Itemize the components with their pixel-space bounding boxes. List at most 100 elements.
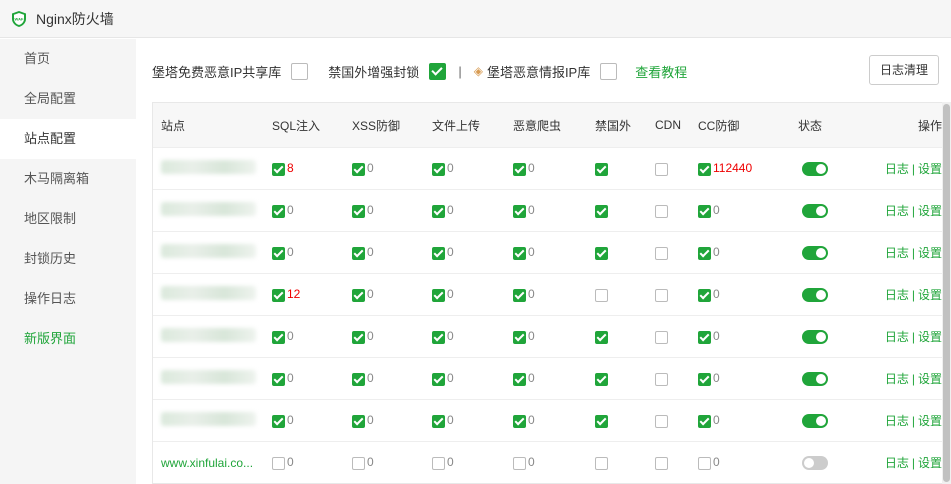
sql-checkbox[interactable] — [272, 204, 285, 218]
log-link[interactable]: 日志 — [885, 372, 909, 386]
status-toggle[interactable] — [802, 245, 828, 260]
log-link[interactable]: 日志 — [885, 456, 909, 470]
bot-checkbox[interactable] — [513, 414, 526, 428]
upload-checkbox[interactable] — [432, 246, 445, 260]
upload-checkbox[interactable] — [432, 372, 445, 386]
cdn-checkbox[interactable] — [655, 204, 668, 218]
settings-link[interactable]: 设置 — [918, 456, 942, 470]
share-ip-checkbox[interactable] — [291, 62, 309, 80]
settings-link[interactable]: 设置 — [918, 288, 942, 302]
xss-checkbox[interactable] — [352, 204, 365, 218]
xss-checkbox[interactable] — [352, 162, 365, 176]
bot-checkbox[interactable] — [513, 204, 526, 218]
site-name-link[interactable]: www.xinfulai.co... — [161, 456, 253, 470]
cdn-checkbox[interactable] — [655, 372, 668, 386]
cdn-checkbox[interactable] — [655, 246, 668, 260]
log-link[interactable]: 日志 — [885, 414, 909, 428]
cn-checkbox[interactable] — [595, 372, 608, 386]
bot-checkbox[interactable] — [513, 330, 526, 344]
xss-checkbox[interactable] — [352, 288, 365, 302]
sidebar-item[interactable]: 新版界面 — [0, 319, 136, 359]
bot-checkbox[interactable] — [513, 288, 526, 302]
status-toggle[interactable] — [802, 455, 828, 470]
cc-checkbox[interactable] — [698, 372, 711, 386]
header-cc: CC防御 — [698, 118, 740, 133]
log-link[interactable]: 日志 — [885, 246, 909, 260]
cc-checkbox[interactable] — [698, 456, 711, 470]
settings-link[interactable]: 设置 — [918, 246, 942, 260]
cdn-checkbox[interactable] — [655, 456, 668, 470]
upload-checkbox[interactable] — [432, 162, 445, 176]
svg-text:WAF: WAF — [15, 16, 24, 21]
cn-checkbox[interactable] — [595, 330, 608, 344]
upload-checkbox[interactable] — [432, 414, 445, 428]
settings-link[interactable]: 设置 — [918, 330, 942, 344]
sql-checkbox[interactable] — [272, 372, 285, 386]
cn-block-checkbox[interactable] — [429, 62, 447, 80]
cn-checkbox[interactable] — [595, 246, 608, 260]
xss-checkbox[interactable] — [352, 330, 365, 344]
status-toggle[interactable] — [802, 161, 828, 176]
status-toggle[interactable] — [802, 287, 828, 302]
cn-checkbox[interactable] — [595, 288, 608, 302]
status-toggle[interactable] — [802, 329, 828, 344]
sidebar-item[interactable]: 封锁历史 — [0, 239, 136, 279]
cc-checkbox[interactable] — [698, 162, 711, 176]
scrollbar-thumb[interactable] — [943, 104, 950, 482]
sidebar-item[interactable]: 操作日志 — [0, 279, 136, 319]
bot-checkbox[interactable] — [513, 372, 526, 386]
cc-checkbox[interactable] — [698, 330, 711, 344]
cc-checkbox[interactable] — [698, 414, 711, 428]
log-link[interactable]: 日志 — [885, 330, 909, 344]
sql-checkbox[interactable] — [272, 414, 285, 428]
sidebar-item[interactable]: 首页 — [0, 39, 136, 79]
sql-checkbox[interactable] — [272, 246, 285, 260]
log-clear-button[interactable]: 日志清理 — [868, 55, 939, 85]
sql-checkbox[interactable] — [272, 456, 285, 470]
cdn-checkbox[interactable] — [655, 162, 668, 176]
sql-checkbox[interactable] — [272, 162, 285, 176]
scrollbar[interactable] — [942, 102, 951, 484]
upload-checkbox[interactable] — [432, 456, 445, 470]
settings-link[interactable]: 设置 — [918, 204, 942, 218]
status-toggle[interactable] — [802, 203, 828, 218]
cn-checkbox[interactable] — [595, 456, 608, 470]
sidebar-item[interactable]: 全局配置 — [0, 79, 136, 119]
cn-checkbox[interactable] — [595, 414, 608, 428]
sidebar-item[interactable]: 站点配置 — [0, 119, 136, 159]
upload-checkbox[interactable] — [432, 204, 445, 218]
log-link[interactable]: 日志 — [885, 162, 909, 176]
sql-checkbox[interactable] — [272, 288, 285, 302]
xss-cell: 0 — [352, 203, 432, 218]
cc-checkbox[interactable] — [698, 204, 711, 218]
cn-block-label: 禁国外增强封锁 — [328, 64, 420, 80]
bot-checkbox[interactable] — [513, 162, 526, 176]
settings-link[interactable]: 设置 — [918, 162, 942, 176]
tutorial-link[interactable]: 查看教程 — [635, 62, 687, 81]
upload-checkbox[interactable] — [432, 330, 445, 344]
sidebar-item[interactable]: 地区限制 — [0, 199, 136, 239]
settings-link[interactable]: 设置 — [918, 372, 942, 386]
sidebar-item[interactable]: 木马隔离箱 — [0, 159, 136, 199]
xss-checkbox[interactable] — [352, 414, 365, 428]
cn-checkbox[interactable] — [595, 162, 608, 176]
upload-checkbox[interactable] — [432, 288, 445, 302]
settings-link[interactable]: 设置 — [918, 414, 942, 428]
cdn-checkbox[interactable] — [655, 414, 668, 428]
log-link[interactable]: 日志 — [885, 204, 909, 218]
status-toggle[interactable] — [802, 413, 828, 428]
bot-checkbox[interactable] — [513, 456, 526, 470]
cc-checkbox[interactable] — [698, 246, 711, 260]
xss-checkbox[interactable] — [352, 372, 365, 386]
cc-checkbox[interactable] — [698, 288, 711, 302]
log-link[interactable]: 日志 — [885, 288, 909, 302]
status-toggle[interactable] — [802, 371, 828, 386]
xss-checkbox[interactable] — [352, 246, 365, 260]
sql-checkbox[interactable] — [272, 330, 285, 344]
xss-checkbox[interactable] — [352, 456, 365, 470]
cn-checkbox[interactable] — [595, 204, 608, 218]
cdn-checkbox[interactable] — [655, 288, 668, 302]
cdn-checkbox[interactable] — [655, 330, 668, 344]
bot-checkbox[interactable] — [513, 246, 526, 260]
intel-ip-checkbox[interactable] — [600, 62, 618, 80]
